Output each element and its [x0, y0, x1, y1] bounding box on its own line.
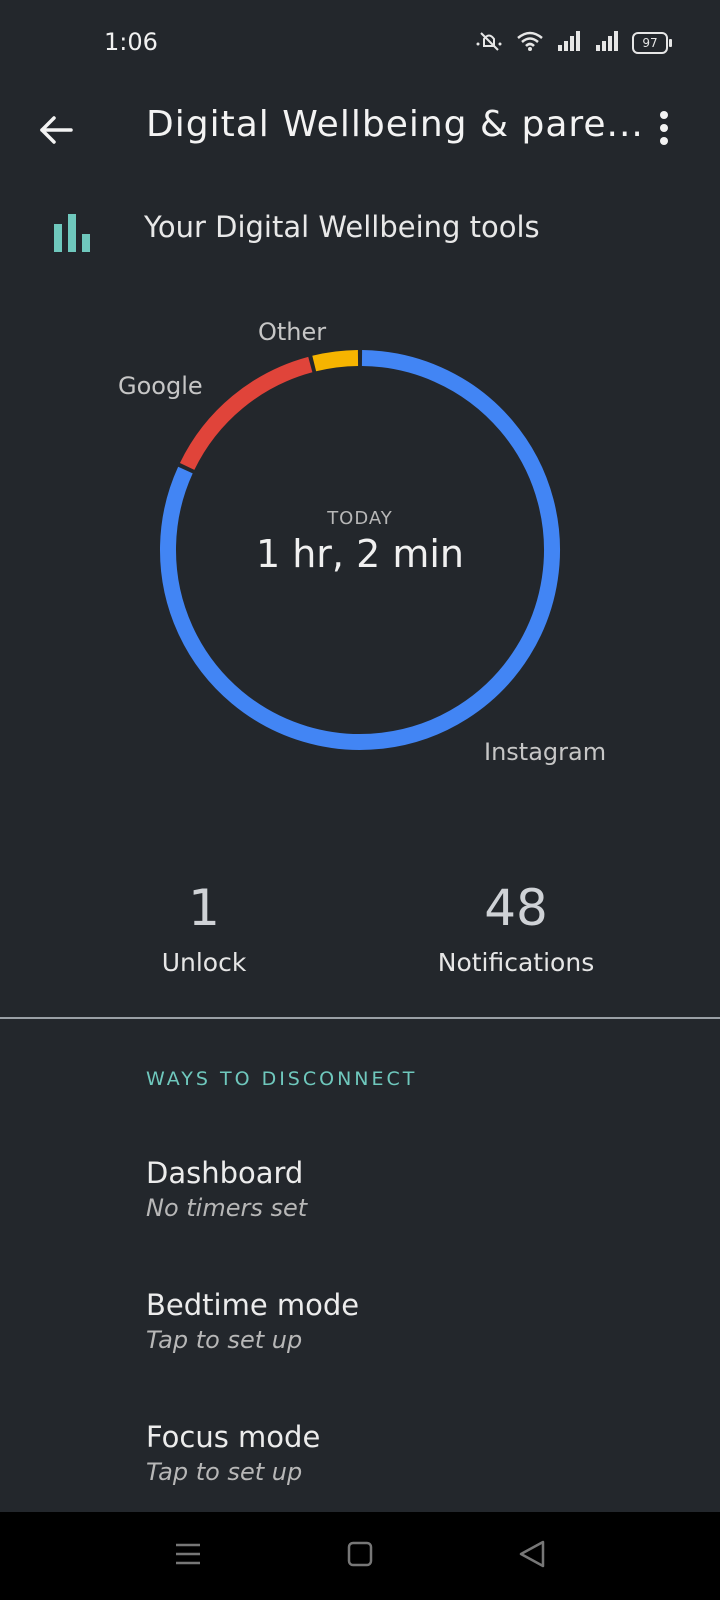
status-time: 1:06 — [104, 28, 158, 56]
divider — [0, 1017, 720, 1019]
item-subtitle: Tap to set up — [146, 1326, 303, 1354]
unlock-stat[interactable]: 1 Unlock — [104, 880, 304, 977]
nav-recents-button[interactable] — [168, 1536, 208, 1576]
notifications-count: 48 — [484, 879, 548, 937]
legend-label-google: Google — [118, 372, 203, 400]
wifi-icon — [516, 30, 544, 56]
bar-chart-icon — [52, 212, 96, 252]
status-icons: 97 — [474, 30, 672, 56]
item-title: Dashboard — [146, 1156, 304, 1190]
list-item-bedtime-mode[interactable]: Bedtime mode Tap to set up — [146, 1288, 686, 1354]
nav-back-button[interactable] — [512, 1536, 552, 1576]
item-title: Bedtime mode — [146, 1288, 360, 1322]
arrow-left-icon — [38, 115, 74, 149]
unlock-label: Unlock — [161, 948, 247, 977]
page-title: Digital Wellbeing & pare... — [146, 104, 644, 145]
legend-label-other: Other — [258, 318, 327, 346]
nav-home-button[interactable] — [340, 1536, 380, 1576]
item-subtitle: No timers set — [146, 1194, 308, 1222]
list-item-dashboard[interactable]: Dashboard No timers set — [146, 1156, 686, 1222]
triangle-back-icon — [518, 1539, 546, 1573]
more-vert-icon — [659, 110, 669, 150]
notifications-stat[interactable]: 48 Notifications — [416, 880, 616, 977]
mute-icon — [474, 30, 504, 56]
signal-icon — [556, 31, 582, 55]
digital-wellbeing-tools-row[interactable]: Your Digital Wellbeing tools — [0, 196, 720, 276]
stats-row: 1 Unlock 48 Notifications — [0, 880, 720, 980]
back-button[interactable] — [32, 108, 80, 156]
unlock-count: 1 — [188, 879, 220, 937]
home-square-icon — [347, 1541, 373, 1571]
notifications-label: Notifications — [437, 948, 595, 977]
top-app-bar: Digital Wellbeing & pare... — [0, 90, 720, 170]
signal-icon-2 — [594, 31, 620, 55]
list-item-focus-mode[interactable]: Focus mode Tap to set up — [146, 1420, 686, 1486]
battery-icon: 97 — [632, 32, 672, 54]
donut-segment-other[interactable] — [312, 350, 359, 372]
system-nav-bar — [0, 1512, 720, 1600]
item-subtitle: Tap to set up — [146, 1458, 303, 1486]
section-header-ways-to-disconnect: WAYS TO DISCONNECT — [146, 1068, 418, 1090]
more-options-button[interactable] — [652, 108, 676, 152]
legend-label-instagram: Instagram — [484, 738, 607, 766]
status-bar: 1:06 97 — [0, 0, 720, 90]
donut-center-caption: TODAY — [327, 508, 393, 529]
item-title: Focus mode — [146, 1420, 321, 1454]
donut-segment-google[interactable] — [179, 356, 313, 470]
donut-center-value: 1 hr, 2 min — [255, 532, 465, 576]
menu-icon — [174, 1542, 202, 1570]
usage-donut-chart[interactable]: Other Google Instagram TODAY 1 hr, 2 min — [0, 310, 720, 780]
tools-label: Your Digital Wellbeing tools — [144, 210, 540, 244]
